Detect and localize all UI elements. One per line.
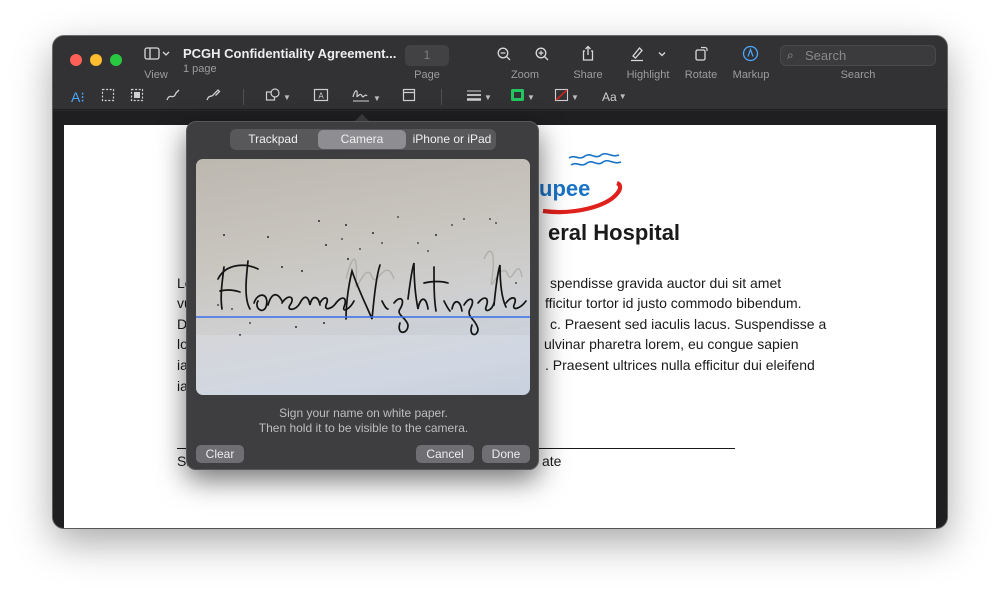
toolbar-separator: [441, 89, 442, 105]
text-cursor-icon: A⁝: [71, 89, 85, 105]
done-button[interactable]: Done: [482, 445, 530, 463]
markup-pen-icon: [742, 45, 758, 62]
zoom-window-button[interactable]: [110, 54, 122, 66]
draw-icon: [206, 89, 221, 101]
markup-label: Markup: [732, 69, 770, 81]
zoom-out-button[interactable]: [494, 46, 514, 66]
paragraph-line-right: spendisse gravida auctor dui sit amet: [550, 275, 782, 291]
note-tool[interactable]: [402, 88, 416, 106]
signature-icon: [352, 90, 369, 102]
chevron-down-icon: ▼: [618, 92, 627, 101]
search-label: Search: [840, 69, 876, 81]
highlight-options-button[interactable]: [656, 47, 668, 63]
chevron-down-icon: ▼: [283, 93, 291, 102]
sidebar-view-button[interactable]: [141, 46, 173, 66]
note-icon: [402, 88, 416, 102]
view-label: View: [144, 69, 168, 81]
tab-iphone-or-ipad[interactable]: iPhone or iPad: [408, 129, 496, 150]
paragraph-line-right: . Praesent ultrices nulla efficitur dui …: [545, 357, 815, 373]
instruction-line-1: Sign your name on white paper.: [279, 406, 448, 420]
zoom-out-icon: [497, 47, 511, 61]
rotate-icon: [695, 46, 708, 61]
text-box-tool[interactable]: A: [313, 88, 329, 106]
chevron-down-icon: ▼: [484, 93, 492, 102]
zoom-in-button[interactable]: [532, 46, 552, 66]
search-input[interactable]: [805, 47, 930, 64]
dashed-rect-icon: [101, 88, 115, 102]
signature-tool[interactable]: ▼: [351, 87, 381, 107]
draw-tool[interactable]: [205, 88, 221, 106]
clear-button[interactable]: Clear: [196, 445, 244, 463]
chevron-down-icon: ▼: [527, 93, 535, 102]
paragraph-line-right: c. Praesent sed iaculis lacus. Suspendis…: [550, 316, 827, 332]
markup-button[interactable]: [740, 45, 760, 66]
share-button[interactable]: [578, 45, 598, 66]
title-bar: View PCGH Confidentiality Agreement... 1…: [53, 36, 947, 84]
zoom-label: Zoom: [510, 69, 540, 81]
logo-text: upee: [539, 176, 590, 201]
border-color-tool[interactable]: ▼: [510, 88, 535, 106]
fill-color-tool[interactable]: ▼: [554, 88, 579, 106]
toolbar-separator: [243, 89, 244, 105]
document-page-count: 1 page: [183, 63, 217, 75]
signature-source-tabs: Trackpad Camera iPhone or iPad: [230, 129, 496, 150]
line-style-icon: [467, 90, 481, 101]
text-box-icon: A: [313, 88, 329, 102]
rectangular-selection-tool[interactable]: [101, 88, 115, 106]
markup-toolbar: A⁝ ▼ A ▼ ▼ ▼ ▼ Aa ▼: [53, 84, 947, 110]
shapes-icon: [265, 88, 280, 101]
svg-text:A: A: [318, 92, 324, 101]
highlighter-icon: [631, 47, 643, 62]
rotate-button[interactable]: [691, 45, 711, 66]
captured-signature: [196, 216, 530, 395]
instruction-line-2: Then hold it to be visible to the camera…: [258, 421, 469, 435]
text-style-label: Aa: [602, 90, 617, 104]
fill-color-icon: [554, 88, 569, 102]
highlight-button[interactable]: [627, 45, 647, 66]
border-color-icon: [511, 89, 524, 101]
instant-alpha-tool[interactable]: [130, 88, 144, 106]
cancel-button[interactable]: Cancel: [416, 445, 474, 463]
signature-capture-popover: Trackpad Camera iPhone or iPad Sign your…: [186, 121, 539, 470]
close-window-button[interactable]: [70, 54, 82, 66]
share-icon: [582, 45, 594, 61]
chevron-down-icon: ▼: [571, 93, 579, 102]
hospital-logo: upee: [539, 152, 623, 215]
text-selection-tool[interactable]: A⁝: [71, 89, 85, 105]
paragraph-line-right: ulvinar pharetra lorem, eu congue sapien: [544, 336, 799, 352]
sketch-icon: [166, 89, 180, 101]
search-field[interactable]: ⌕: [780, 45, 936, 66]
sketch-tool[interactable]: [165, 88, 181, 106]
paragraph-line-right: fficitur tortor id justo commodo bibendu…: [545, 295, 802, 311]
highlight-label: Highlight: [626, 69, 670, 81]
sidebar-icon: [144, 47, 170, 60]
date-label: ate: [542, 453, 562, 469]
hospital-title: eral Hospital: [548, 220, 681, 245]
chevron-down-icon: ▼: [373, 94, 381, 103]
rotate-label: Rotate: [684, 69, 718, 81]
page-number-field[interactable]: 1: [405, 45, 449, 66]
search-icon: ⌕: [787, 48, 794, 62]
camera-preview: [196, 159, 530, 395]
minimize-window-button[interactable]: [90, 54, 102, 66]
zoom-in-icon: [535, 47, 549, 61]
text-style-tool[interactable]: Aa ▼: [602, 89, 627, 105]
instant-alpha-icon: [130, 88, 144, 102]
tab-camera[interactable]: Camera: [318, 130, 406, 149]
shape-style-tool[interactable]: ▼: [466, 88, 492, 106]
page-label: Page: [414, 69, 440, 81]
shapes-tool[interactable]: ▼: [265, 88, 291, 106]
document-title: PCGH Confidentiality Agreement...: [183, 46, 397, 61]
share-label: Share: [573, 69, 603, 81]
chevron-down-icon: [658, 52, 666, 57]
tab-trackpad[interactable]: Trackpad: [230, 129, 316, 150]
